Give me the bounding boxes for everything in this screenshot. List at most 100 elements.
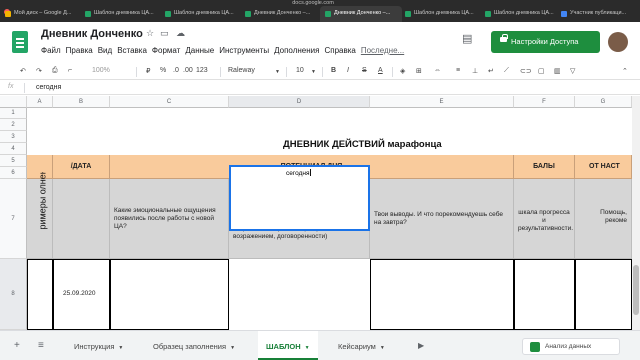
zoom-select[interactable]: 100% bbox=[92, 67, 110, 74]
vertical-align-icon[interactable]: ⊥ bbox=[472, 67, 478, 75]
empty-cell[interactable] bbox=[53, 179, 110, 259]
all-sheets-icon[interactable]: ≡ bbox=[38, 340, 44, 351]
menu-help[interactable]: Справка bbox=[324, 46, 355, 55]
menu-file[interactable]: Файл bbox=[41, 46, 61, 55]
italic-button[interactable]: I bbox=[347, 67, 349, 74]
sheet-title-cell[interactable]: ДНЕВНИК ДЕЙСТВИЙ марафонца bbox=[27, 131, 632, 155]
text-color-button[interactable]: A bbox=[378, 67, 383, 74]
chevron-down-icon[interactable]: ▼ bbox=[275, 69, 280, 75]
last-edit-link[interactable]: Последне... bbox=[361, 46, 404, 55]
chevron-down-icon[interactable]: ▼ bbox=[230, 345, 235, 351]
answer-help-cell[interactable] bbox=[575, 259, 632, 330]
browser-tab[interactable]: Дневник Донченко –... bbox=[240, 6, 322, 22]
explore-button[interactable]: Анализ данных bbox=[522, 338, 620, 355]
link-icon[interactable]: ⊂⊃ bbox=[520, 67, 532, 75]
bold-button[interactable]: B bbox=[331, 67, 336, 74]
fill-color-icon[interactable]: ◈ bbox=[400, 67, 405, 75]
column-header-a[interactable]: A bbox=[27, 96, 53, 108]
comment-icon[interactable]: ▢ bbox=[538, 67, 545, 75]
currency-button[interactable]: ₽ bbox=[146, 67, 150, 75]
font-size-select[interactable]: 10 bbox=[296, 67, 304, 74]
column-header-c[interactable]: C bbox=[110, 96, 229, 108]
answer-conclusions-cell[interactable] bbox=[370, 259, 514, 330]
scrollbar-thumb[interactable] bbox=[633, 265, 639, 315]
browser-tab[interactable]: Шаблон дневника ЦА... bbox=[400, 6, 482, 22]
paint-format-icon[interactable]: ⌐ bbox=[68, 67, 72, 74]
sheet-tab-instruction[interactable]: Инструкция ▼ bbox=[66, 331, 131, 360]
merge-cells-icon[interactable]: ⇔ bbox=[434, 67, 441, 74]
chevron-down-icon[interactable]: ▼ bbox=[305, 345, 310, 351]
sheet-tab-template[interactable]: ШАБЛОН ▼ bbox=[258, 331, 318, 360]
add-sheet-icon[interactable]: + bbox=[14, 340, 20, 351]
browser-tab[interactable]: Шаблон дневника ЦА... bbox=[160, 6, 242, 22]
chevron-up-icon[interactable]: ⌃ bbox=[622, 67, 628, 75]
question-conclusions[interactable]: Твои выводы. И что порекомендуешь себе н… bbox=[370, 179, 514, 259]
comments-icon[interactable]: ▤ bbox=[462, 32, 472, 45]
from-mentor-header[interactable]: ОТ НАСТ bbox=[575, 155, 632, 179]
share-button[interactable]: Настройки Доступа bbox=[491, 31, 600, 53]
browser-tab[interactable]: Шаблон дневника ЦА... bbox=[80, 6, 162, 22]
column-header-d[interactable]: D bbox=[229, 96, 370, 108]
row-header-7[interactable]: 7 bbox=[0, 179, 27, 259]
column-header-b[interactable]: B bbox=[53, 96, 110, 108]
row-header-4[interactable]: 4 bbox=[0, 143, 27, 155]
menu-view[interactable]: Вид bbox=[98, 46, 112, 55]
column-header-e[interactable]: E bbox=[370, 96, 514, 108]
row-header-1[interactable]: 1 bbox=[0, 108, 27, 119]
star-icon[interactable]: ☆ bbox=[146, 28, 154, 39]
chevron-down-icon[interactable]: ▼ bbox=[380, 345, 385, 351]
browser-tab[interactable]: Шаблон дневника ЦА... bbox=[480, 6, 558, 22]
sheet-tab-sample[interactable]: Образец заполнения ▼ bbox=[145, 331, 243, 360]
cloud-status-icon[interactable]: ☁ bbox=[176, 28, 185, 39]
font-select[interactable]: Raleway bbox=[228, 67, 255, 74]
points-header[interactable]: БАЛЫ bbox=[514, 155, 575, 179]
menu-edit[interactable]: Правка bbox=[66, 46, 93, 55]
answer-emotions-cell[interactable] bbox=[110, 259, 229, 330]
menu-format[interactable]: Формат bbox=[152, 46, 180, 55]
examples-cell[interactable] bbox=[27, 259, 53, 330]
date-cell[interactable]: 25.09.2020 bbox=[53, 259, 110, 330]
borders-icon[interactable]: ⊞ bbox=[416, 67, 422, 75]
menu-data[interactable]: Данные bbox=[185, 46, 214, 55]
question-scale[interactable]: шкала прогресса и результативности. bbox=[514, 179, 575, 259]
sheets-logo-icon[interactable] bbox=[12, 31, 28, 53]
sheet-tab-casarium[interactable]: Кейсариум ▼ bbox=[330, 331, 393, 360]
chevron-down-icon[interactable]: ▼ bbox=[118, 345, 123, 351]
row-header-8[interactable]: 8 bbox=[0, 259, 27, 330]
row-header-2[interactable]: 2 bbox=[0, 119, 27, 131]
move-to-folder-icon[interactable]: ▭ bbox=[160, 28, 169, 39]
column-header-g[interactable]: G bbox=[575, 96, 632, 108]
formula-input[interactable]: сегодня bbox=[36, 84, 61, 91]
row-header-5[interactable]: 5 bbox=[0, 155, 27, 167]
avatar[interactable] bbox=[608, 32, 628, 52]
redo-icon[interactable]: ↷ bbox=[36, 67, 42, 75]
browser-tab[interactable]: Участник публикаци... bbox=[556, 6, 640, 22]
scroll-tabs-right-icon[interactable]: ▶ bbox=[418, 341, 424, 350]
column-header-f[interactable]: F bbox=[514, 96, 575, 108]
browser-tab-active[interactable]: Дневник Донченко –... bbox=[320, 6, 402, 22]
increase-decimal-button[interactable]: .00 bbox=[183, 67, 193, 74]
date-header[interactable]: /ДАТА bbox=[53, 155, 110, 179]
menu-tools[interactable]: Инструменты bbox=[219, 46, 269, 55]
question-help[interactable]: Помощь, рекоме bbox=[575, 179, 632, 259]
browser-tab[interactable]: Мой диск – Google Д... bbox=[0, 6, 82, 22]
text-wrap-icon[interactable]: ↵ bbox=[488, 67, 494, 75]
strikethrough-button[interactable]: S bbox=[362, 67, 367, 74]
menu-insert[interactable]: Вставка bbox=[117, 46, 147, 55]
percent-button[interactable]: % bbox=[160, 67, 166, 74]
menu-addons[interactable]: Дополнения bbox=[274, 46, 319, 55]
filter-icon[interactable]: ▽ bbox=[570, 67, 575, 75]
undo-icon[interactable]: ↶ bbox=[20, 67, 26, 75]
answer-points-cell[interactable] bbox=[514, 259, 575, 330]
active-cell-editor[interactable]: сегодня bbox=[229, 165, 370, 231]
horizontal-align-icon[interactable]: ≡ bbox=[456, 67, 460, 74]
chevron-down-icon[interactable]: ▼ bbox=[311, 69, 316, 75]
row-header-3[interactable]: 3 bbox=[0, 131, 27, 143]
select-all-corner[interactable] bbox=[0, 96, 27, 108]
row-header-6[interactable]: 6 bbox=[0, 167, 27, 179]
document-title[interactable]: Дневник Донченко bbox=[41, 28, 143, 40]
number-format-select[interactable]: 123 bbox=[196, 67, 208, 74]
decrease-decimal-button[interactable]: .0 bbox=[173, 67, 179, 74]
question-emotions[interactable]: Какие эмоциональные ощущения появились п… bbox=[110, 179, 229, 259]
print-icon[interactable]: ⎙ bbox=[52, 67, 58, 75]
